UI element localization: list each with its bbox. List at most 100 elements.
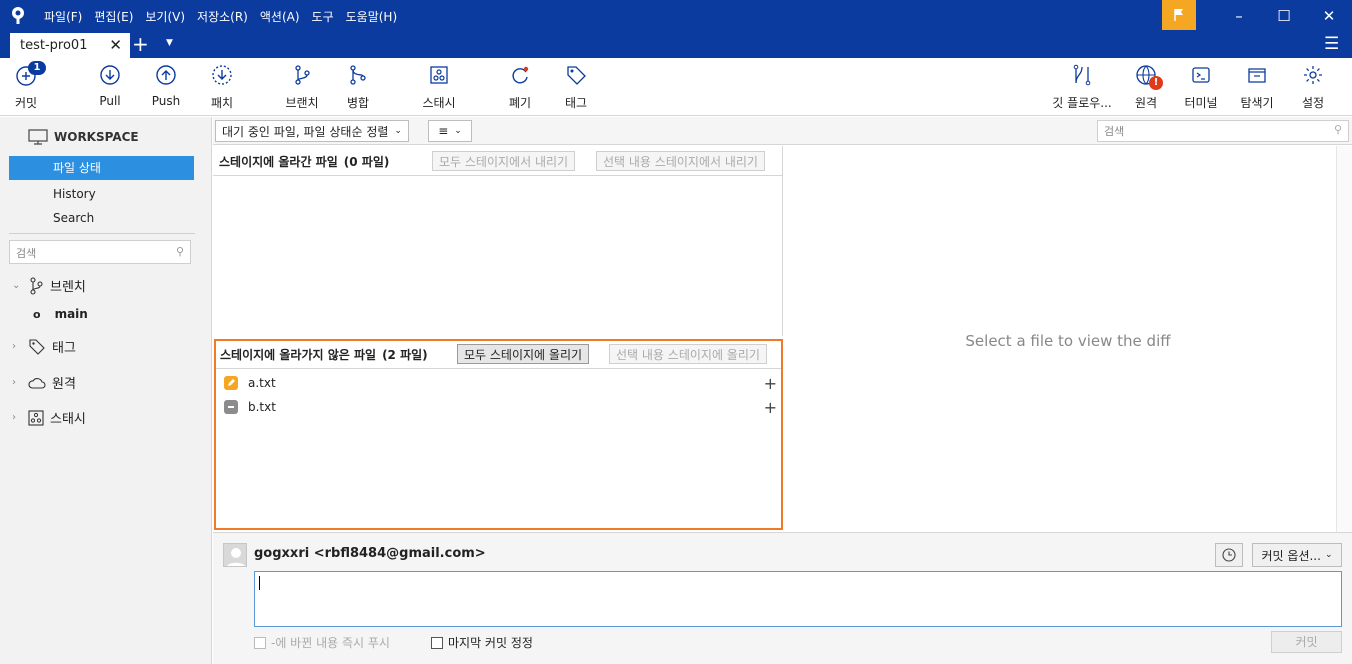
stage-all-button[interactable]: 모두 스테이지에 올리기: [457, 344, 590, 364]
checkbox-box[interactable]: [254, 636, 266, 649]
file-row[interactable]: a.txt +: [224, 372, 777, 394]
amend-checkbox[interactable]: 마지막 커밋 정정: [431, 634, 533, 651]
chevron-down-icon: ⌄: [454, 126, 462, 136]
tab-dropdown-icon[interactable]: ▼: [166, 38, 173, 48]
stage-file-plus-icon[interactable]: +: [764, 398, 777, 417]
menu-actions[interactable]: 액션(A): [260, 8, 300, 25]
search-icon: ⚲: [1333, 123, 1342, 136]
chevron-right-icon[interactable]: ›: [12, 377, 22, 388]
commit-options-dropdown[interactable]: 커밋 옵션... ⌄: [1252, 543, 1342, 567]
stash-button[interactable]: 스태시: [411, 64, 467, 111]
sidebar: WORKSPACE 파일 상태 History Search 검색 ⚲ ⌄ 브렌…: [0, 117, 212, 664]
tree-branches[interactable]: ⌄ 브렌치: [12, 276, 86, 295]
list-icon: ≡: [438, 124, 449, 138]
discard-label: 폐기: [508, 96, 532, 110]
tag-label: 태그: [564, 96, 588, 110]
tag-button[interactable]: 태그: [548, 64, 604, 111]
tree-tags[interactable]: › 태그: [12, 337, 76, 356]
folder-icon: [1248, 68, 1266, 83]
commit-history-button[interactable]: [1215, 543, 1243, 567]
commit-toolbar-button[interactable]: 1 커밋: [0, 61, 54, 111]
stage-file-plus-icon[interactable]: +: [764, 374, 777, 393]
unstaged-files-pane: 스테이지에 올라가지 않은 파일 (2 파일) 모두 스테이지에 올리기 선택 내…: [214, 339, 783, 530]
merge-button[interactable]: 병합: [330, 64, 386, 111]
checkbox-box[interactable]: [431, 636, 443, 649]
unstage-selected-button[interactable]: 선택 내용 스테이지에서 내리기: [596, 151, 765, 171]
diff-scrollbar[interactable]: [1336, 146, 1352, 532]
menu-bar: 파일(F) 편집(E) 보기(V) 저장소(R) 액션(A) 도구 도움말(H): [44, 8, 397, 25]
chevron-right-icon[interactable]: ›: [12, 412, 22, 423]
discard-icon: [512, 66, 529, 84]
close-icon[interactable]: ✕: [109, 36, 122, 54]
chevron-down-icon[interactable]: ⌄: [12, 280, 22, 291]
remote-warning-badge: !: [1149, 76, 1163, 90]
merge-label: 병합: [346, 96, 370, 110]
menu-edit[interactable]: 편집(E): [94, 8, 133, 25]
tab-repository[interactable]: test-pro01 ✕: [10, 33, 130, 58]
file-row[interactable]: b.txt +: [224, 396, 777, 418]
sidebar-search-input[interactable]: 검색 ⚲: [9, 240, 191, 264]
settings-button[interactable]: 설정: [1285, 64, 1341, 111]
minimize-button[interactable]: –: [1216, 4, 1262, 28]
settings-label: 설정: [1301, 96, 1325, 110]
tree-remotes[interactable]: › 원격: [12, 373, 76, 392]
staged-count: (0 파일): [343, 155, 390, 169]
commit-message-input[interactable]: [254, 571, 1342, 627]
push-immediately-checkbox[interactable]: -에 바뀐 내용 즉시 푸시: [254, 634, 390, 651]
branches-label: 브렌치: [50, 280, 86, 295]
view-mode-dropdown[interactable]: ≡ ⌄: [428, 120, 472, 142]
commit-button[interactable]: 커밋: [1271, 631, 1342, 653]
stage-selected-button[interactable]: 선택 내용 스테이지에 올리기: [609, 344, 767, 364]
commit-author: gogxxri <rbfl8484@gmail.com>: [254, 546, 486, 561]
text-cursor: [259, 576, 260, 590]
add-tab-icon[interactable]: +: [132, 32, 149, 56]
stash-label: 스태시: [422, 96, 456, 110]
unstage-all-button[interactable]: 모두 스테이지에서 내리기: [432, 151, 576, 171]
stash-icon: [28, 409, 44, 426]
menu-repository[interactable]: 저장소(R): [197, 8, 248, 25]
hamburger-menu-icon[interactable]: ☰: [1324, 34, 1339, 54]
file-name: a.txt: [248, 376, 276, 390]
cloud-icon: [28, 377, 46, 389]
menu-help[interactable]: 도움말(H): [346, 8, 398, 25]
menu-file[interactable]: 파일(F): [44, 8, 82, 25]
unstaged-header: 스테이지에 올라가지 않은 파일 (2 파일) 모두 스테이지에 올리기 선택 내…: [216, 341, 781, 369]
tree-stashes[interactable]: › 스태시: [12, 408, 86, 427]
title-bar: 파일(F) 편집(E) 보기(V) 저장소(R) 액션(A) 도구 도움말(H)…: [0, 0, 1352, 58]
sidebar-item-search[interactable]: Search: [9, 206, 194, 230]
remote-button[interactable]: ! 원격: [1118, 64, 1174, 111]
maximize-button[interactable]: ☐: [1261, 4, 1307, 28]
file-search-input[interactable]: 검색 ⚲: [1097, 120, 1349, 142]
chevron-down-icon: ⌄: [394, 126, 402, 136]
tab-title: test-pro01: [20, 38, 88, 53]
push-icon: [156, 65, 176, 85]
branch-main[interactable]: o main: [33, 307, 88, 321]
pull-button[interactable]: Pull: [82, 64, 138, 108]
chevron-right-icon[interactable]: ›: [12, 341, 22, 352]
remote-label: 원격: [1134, 96, 1158, 110]
pull-label: Pull: [99, 94, 121, 108]
sidebar-item-file-status[interactable]: 파일 상태: [9, 156, 194, 180]
diff-pane: Select a file to view the diff: [784, 146, 1352, 532]
branch-button[interactable]: 브랜치: [274, 64, 330, 111]
sort-dropdown[interactable]: 대기 중인 파일, 파일 상태순 정렬 ⌄: [215, 120, 409, 142]
flag-icon: [1174, 9, 1183, 21]
toolbar: 1 커밋 Pull Push 패치 브랜치 병합 스태시 폐기 태그 깃 플로우…: [0, 58, 1352, 116]
push-button[interactable]: Push: [138, 64, 194, 108]
sidebar-item-history[interactable]: History: [9, 182, 194, 206]
flag-button[interactable]: [1162, 0, 1196, 30]
patch-button[interactable]: 패치: [194, 64, 250, 111]
menu-tools[interactable]: 도구: [312, 8, 334, 25]
chevron-down-icon: ⌄: [1324, 550, 1333, 560]
diff-placeholder: Select a file to view the diff: [965, 332, 1171, 350]
monitor-icon: [28, 129, 48, 145]
unstaged-count: (2 파일): [382, 348, 428, 362]
discard-button[interactable]: 폐기: [492, 64, 548, 111]
git-flow-label: 깃 플로우...: [1052, 96, 1112, 110]
gear-icon: [1304, 66, 1322, 84]
terminal-button[interactable]: 터미널: [1173, 64, 1229, 111]
close-window-button[interactable]: ✕: [1306, 4, 1352, 28]
menu-view[interactable]: 보기(V): [145, 8, 185, 25]
explorer-button[interactable]: 탐색기: [1229, 64, 1285, 111]
git-flow-button[interactable]: 깃 플로우...: [1052, 64, 1112, 111]
